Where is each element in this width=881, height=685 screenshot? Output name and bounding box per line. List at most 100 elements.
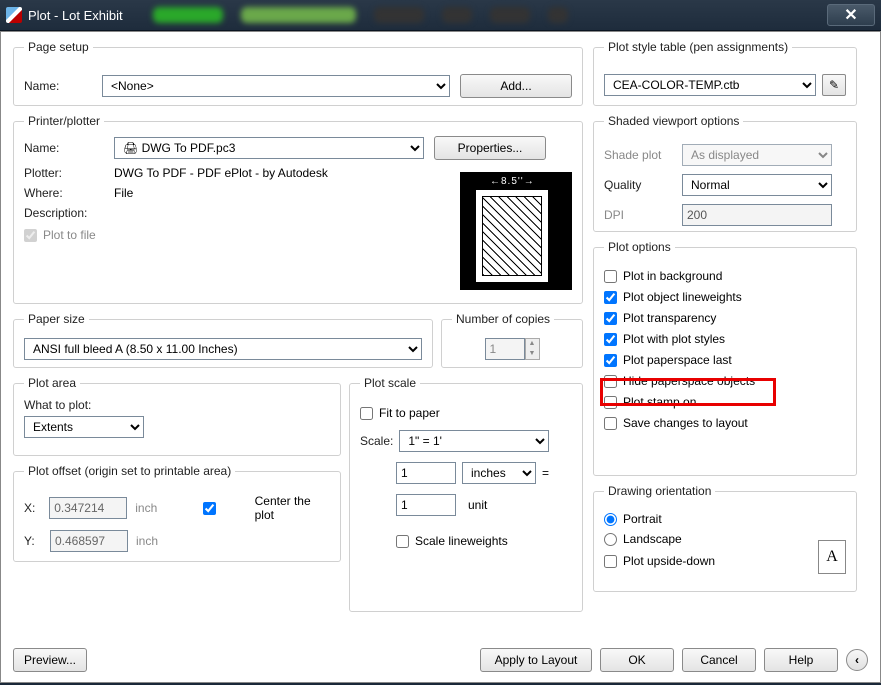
save-changes-label: Save changes to layout xyxy=(623,416,748,430)
unit-label: unit xyxy=(462,498,536,512)
plot-styles-checkbox[interactable] xyxy=(604,333,617,346)
plotarea-legend: Plot area xyxy=(24,376,80,390)
upside-down-checkbox[interactable] xyxy=(604,555,617,568)
plot-offset-group: Plot offset (origin set to printable are… xyxy=(13,464,341,562)
plot-styles-label: Plot with plot styles xyxy=(623,332,725,346)
plot-transparency-checkbox[interactable] xyxy=(604,312,617,325)
shadeplot-select: As displayed xyxy=(682,144,832,166)
orientation-icon: A xyxy=(818,540,846,574)
paper-width-dim: ←8.5''→ xyxy=(490,176,535,187)
spin-up-icon: ▲ xyxy=(526,339,539,349)
orientation-group: Drawing orientation Portrait Landscape P… xyxy=(593,484,857,592)
save-changes-checkbox[interactable] xyxy=(604,417,617,430)
printer-name-select[interactable]: 🖨 DWG To PDF.pc3 xyxy=(114,137,424,159)
plot-to-file-label: Plot to file xyxy=(43,228,96,242)
where-value: File xyxy=(114,186,133,200)
plot-paperspace-last-checkbox[interactable] xyxy=(604,354,617,367)
hide-paperspace-label: Hide paperspace objects xyxy=(623,374,755,388)
cancel-button[interactable]: Cancel xyxy=(682,648,756,672)
scale-lineweights-label: Scale lineweights xyxy=(415,534,508,548)
collapse-button[interactable]: ‹ xyxy=(846,649,868,671)
spin-down-icon: ▼ xyxy=(526,349,539,359)
printer-plotter-group: Printer/plotter Name: 🖨 DWG To PDF.pc3 P… xyxy=(13,114,583,304)
copies-spinner: ▲▼ xyxy=(525,338,540,360)
scale-unit-select[interactable]: inches xyxy=(462,462,536,484)
copies-group: Number of copies ▲▼ xyxy=(441,312,583,368)
plot-lineweights-checkbox[interactable] xyxy=(604,291,617,304)
plot-stamp-checkbox[interactable] xyxy=(604,396,617,409)
plotter-value: DWG To PDF - PDF ePlot - by Autodesk xyxy=(114,166,328,180)
center-plot-checkbox[interactable] xyxy=(172,502,247,515)
center-plot-label: Center the plot xyxy=(255,494,330,522)
what-to-plot-select[interactable]: Extents xyxy=(24,416,144,438)
copies-legend: Number of copies xyxy=(452,312,554,326)
dialog-button-row: Preview... Apply to Layout OK Cancel Hel… xyxy=(13,648,868,672)
fit-to-paper-label: Fit to paper xyxy=(379,406,440,420)
plot-paperspace-last-label: Plot paperspace last xyxy=(623,353,732,367)
apply-to-layout-button[interactable]: Apply to Layout xyxy=(480,648,592,672)
scale-denominator-input[interactable] xyxy=(396,494,456,516)
fit-to-paper-checkbox[interactable] xyxy=(360,407,373,420)
plot-background-checkbox[interactable] xyxy=(604,270,617,283)
plot-scale-group: Plot scale Fit to paper Scale: 1" = 1' i… xyxy=(349,376,583,612)
plot-background-label: Plot in background xyxy=(623,269,722,283)
plotopts-legend: Plot options xyxy=(604,240,675,254)
pagesetup-name-label: Name: xyxy=(24,79,92,93)
plot-stamp-label: Plot stamp on xyxy=(623,395,696,409)
plot-transparency-label: Plot transparency xyxy=(623,311,716,325)
window-title: Plot - Lot Exhibit xyxy=(28,8,123,23)
plotstyle-legend: Plot style table (pen assignments) xyxy=(604,40,792,54)
preview-button[interactable]: Preview... xyxy=(13,648,87,672)
papersize-legend: Paper size xyxy=(24,312,89,326)
quality-label: Quality xyxy=(604,178,674,192)
y-label: Y: xyxy=(24,534,42,548)
blurred-background xyxy=(153,7,568,23)
equals-label: = xyxy=(542,466,549,480)
what-to-plot-label: What to plot: xyxy=(24,398,91,412)
plotter-label: Plotter: xyxy=(24,166,104,180)
scale-label: Scale: xyxy=(360,434,393,448)
pagesetup-name-select[interactable]: <None> xyxy=(102,75,450,97)
upside-down-label: Plot upside-down xyxy=(623,554,715,568)
orient-legend: Drawing orientation xyxy=(604,484,715,498)
dpi-input xyxy=(682,204,832,226)
papersize-select[interactable]: ANSI full bleed A (8.50 x 11.00 Inches) xyxy=(24,338,422,360)
plotscale-legend: Plot scale xyxy=(360,376,420,390)
plot-lineweights-label: Plot object lineweights xyxy=(623,290,742,304)
quality-select[interactable]: Normal xyxy=(682,174,832,196)
x-unit: inch xyxy=(135,501,164,515)
chevron-left-icon: ‹ xyxy=(855,653,859,667)
plot-area-group: Plot area What to plot: Extents xyxy=(13,376,341,456)
hide-paperspace-checkbox[interactable] xyxy=(604,375,617,388)
landscape-radio[interactable] xyxy=(604,533,617,546)
landscape-label: Landscape xyxy=(623,532,682,546)
scale-numerator-input[interactable] xyxy=(396,462,456,484)
shaded-legend: Shaded viewport options xyxy=(604,114,743,128)
app-icon xyxy=(6,7,22,23)
offset-legend: Plot offset (origin set to printable are… xyxy=(24,464,235,478)
portrait-label: Portrait xyxy=(623,512,662,526)
properties-button[interactable]: Properties... xyxy=(434,136,546,160)
printer-legend: Printer/plotter xyxy=(24,114,104,128)
scale-select[interactable]: 1" = 1' xyxy=(399,430,549,452)
pencil-icon: ✎ xyxy=(829,78,839,92)
copies-input xyxy=(485,338,525,360)
close-button[interactable]: ✕ xyxy=(827,4,875,26)
printer-name-label: Name: xyxy=(24,141,104,155)
titlebar: Plot - Lot Exhibit ✕ xyxy=(0,0,881,31)
page-setup-legend: Page setup xyxy=(24,40,93,54)
plot-options-group: Plot options Plot in background Plot obj… xyxy=(593,240,857,476)
plot-to-file-checkbox xyxy=(24,229,37,242)
scale-lineweights-checkbox[interactable] xyxy=(396,535,409,548)
plot-style-group: Plot style table (pen assignments) CEA-C… xyxy=(593,40,857,106)
ok-button[interactable]: OK xyxy=(600,648,674,672)
help-button[interactable]: Help xyxy=(764,648,838,672)
portrait-radio[interactable] xyxy=(604,513,617,526)
plotstyle-select[interactable]: CEA-COLOR-TEMP.ctb xyxy=(604,74,816,96)
description-label: Description: xyxy=(24,206,104,220)
edit-plotstyle-button[interactable]: ✎ xyxy=(822,74,846,96)
add-pagesetup-button[interactable]: Add... xyxy=(460,74,572,98)
plot-dialog: Page setup Name: <None> Add... Printer/p… xyxy=(0,31,881,683)
page-setup-group: Page setup Name: <None> Add... xyxy=(13,40,583,106)
where-label: Where: xyxy=(24,186,104,200)
